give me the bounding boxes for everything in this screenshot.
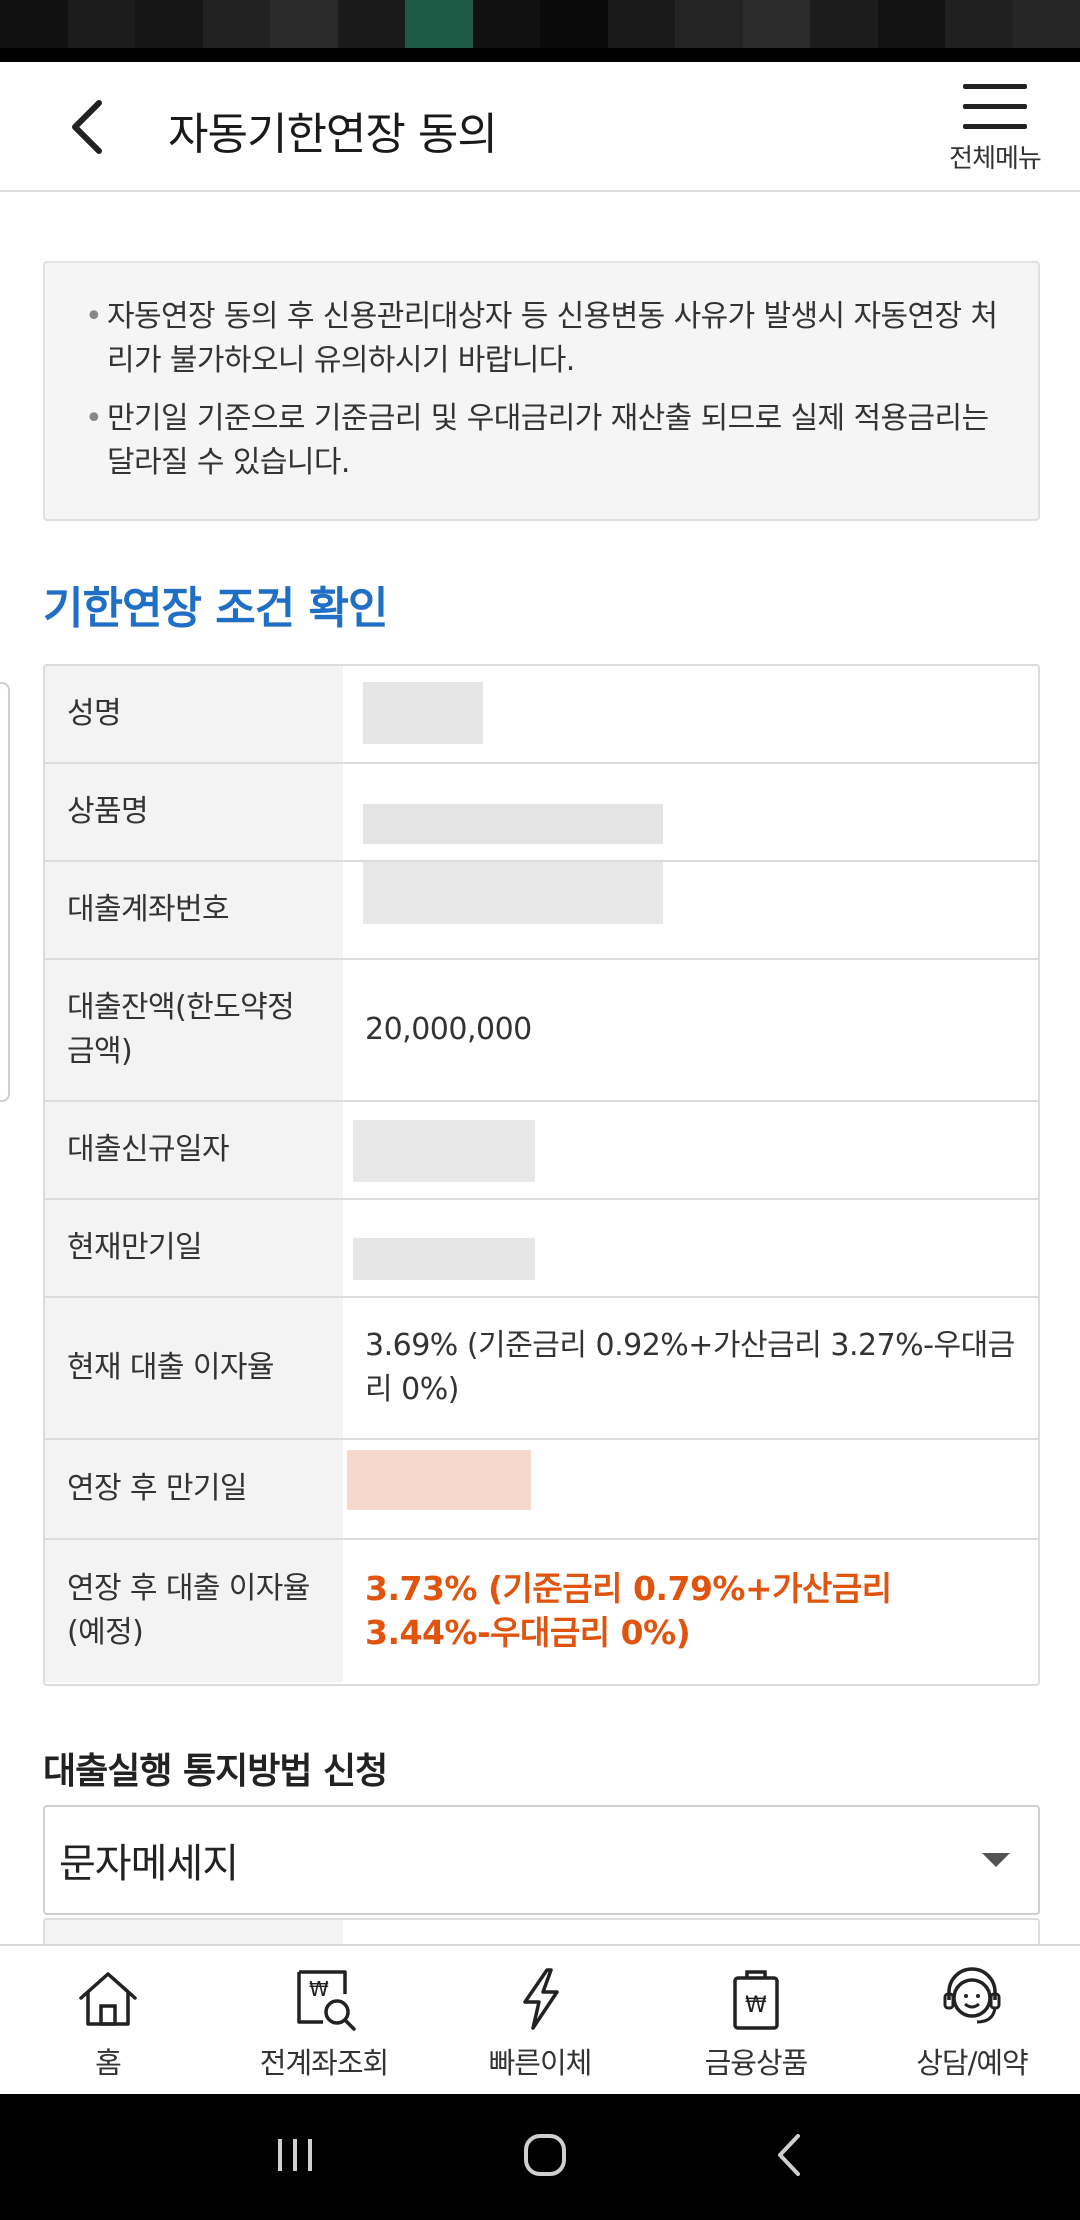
tab-label: 빠른이체 <box>488 2046 593 2080</box>
system-nav-bar <box>0 2094 1080 2220</box>
redacted-current-maturity <box>353 1238 535 1280</box>
notify-method-selected: 문자메세지 <box>59 1841 239 1887</box>
support-agent-icon <box>943 1967 1001 2024</box>
recent-apps-icon <box>278 2139 312 2171</box>
table-row: 현재만기일 <box>45 1200 1038 1298</box>
table-row: 현재 대출 이자율 3.69% (기준금리 0.92%+가산금리 3.27%-우… <box>45 1298 1038 1440</box>
tab-label: 전계좌조회 <box>259 2046 389 2080</box>
row-label-name: 성명 <box>45 666 343 762</box>
row-value-balance: 20,000,000 <box>365 1012 532 1047</box>
row-label-current-rate: 현재 대출 이자율 <box>45 1298 343 1438</box>
lightning-icon <box>523 1968 559 2030</box>
home-circle-icon <box>524 2134 566 2176</box>
app-header: 자동기한연장 동의 전체메뉴 <box>0 62 1080 192</box>
row-label-current-maturity: 현재만기일 <box>45 1200 343 1296</box>
redacted-name <box>363 682 483 744</box>
row-label-balance: 대출잔액(한도약정금액) <box>45 960 343 1100</box>
row-value-name <box>343 666 1038 762</box>
tab-quick-transfer[interactable]: 빠른이체 <box>432 1946 648 2094</box>
tab-label: 금융상품 <box>704 2046 809 2080</box>
table-row: 상품명 <box>45 764 1038 862</box>
account-search-icon: ₩ <box>297 1970 356 2031</box>
table-row: 연장 후 대출 이자율(예정) 3.73% (기준금리 0.79%+가산금리 3… <box>45 1540 1038 1682</box>
table-row: 연장 후 만기일 <box>45 1440 1038 1540</box>
redacted-start-date <box>353 1120 535 1182</box>
hamburger-icon <box>963 84 1027 129</box>
section-title: 기한연장 조건 확인 <box>43 583 388 634</box>
notify-method-select[interactable]: 문자메세지 <box>43 1805 1040 1915</box>
notify-method-title: 대출실행 통지방법 신청 <box>43 1751 388 1792</box>
row-label-new-maturity: 연장 후 만기일 <box>45 1440 343 1538</box>
financial-product-icon: ₩ <box>733 1970 779 2030</box>
redacted-new-maturity <box>347 1450 531 1510</box>
home-nav-button[interactable] <box>520 2130 570 2184</box>
extension-conditions-table: 성명 상품명 대출계좌번호 대출잔액(한도약정금액) 20,000,000 대출… <box>43 664 1040 1686</box>
dropdown-arrow-icon <box>982 1853 1010 1867</box>
back-arrow-icon <box>778 2134 800 2176</box>
tab-label: 홈 <box>95 2046 122 2080</box>
row-label-start-date: 대출신규일자 <box>45 1102 343 1198</box>
tab-financial-products[interactable]: ₩ 금융상품 <box>648 1946 864 2094</box>
full-menu-button[interactable]: 전체메뉴 <box>930 80 1060 190</box>
svg-text:₩: ₩ <box>309 1977 329 2001</box>
row-value-start-date <box>343 1102 1038 1198</box>
back-nav-button[interactable] <box>770 2130 810 2184</box>
side-drawer-handle[interactable] <box>0 682 10 1102</box>
home-icon <box>79 1972 137 2026</box>
chevron-left-icon <box>72 100 102 154</box>
table-row: 성명 <box>45 666 1038 764</box>
row-label-account: 대출계좌번호 <box>45 862 343 958</box>
status-bar <box>0 0 1080 62</box>
tab-label: 상담/예약 <box>916 2046 1028 2080</box>
redacted-product <box>363 804 663 844</box>
tab-consult-reservation[interactable]: 상담/예약 <box>864 1946 1080 2094</box>
row-value-account <box>343 862 1038 958</box>
notice-item: 자동연장 동의 후 신용관리대상자 등 신용변동 사유가 발생시 자동연장 처리… <box>85 295 998 383</box>
row-value-new-rate: 3.73% (기준금리 0.79%+가산금리 3.44%-우대금리 0%) <box>365 1569 892 1652</box>
table-row: 대출신규일자 <box>45 1102 1038 1200</box>
recent-apps-button[interactable] <box>270 2133 320 2181</box>
svg-text:₩: ₩ <box>745 1993 767 2018</box>
tab-all-accounts[interactable]: ₩ 전계좌조회 <box>216 1946 432 2094</box>
notice-item: 만기일 기준으로 기준금리 및 우대금리가 재산출 되므로 실제 적용금리는 달… <box>85 397 998 485</box>
row-value-current-maturity <box>343 1200 1038 1296</box>
tab-home[interactable]: 홈 <box>0 1946 216 2094</box>
table-row: 대출잔액(한도약정금액) 20,000,000 <box>45 960 1038 1102</box>
row-value-product <box>343 764 1038 860</box>
row-label-product: 상품명 <box>45 764 343 860</box>
notice-box: 자동연장 동의 후 신용관리대상자 등 신용변동 사유가 발생시 자동연장 처리… <box>43 261 1040 521</box>
bottom-tab-bar: 홈 ₩ 전계좌조회 빠른이체 ₩ 금융상품 상담/예약 <box>0 1944 1080 2094</box>
row-value-new-maturity <box>343 1440 1038 1538</box>
table-row: 대출계좌번호 <box>45 862 1038 960</box>
full-menu-label: 전체메뉴 <box>949 144 1042 174</box>
redacted-account <box>363 862 663 924</box>
row-value-current-rate: 3.69% (기준금리 0.92%+가산금리 3.27%-우대금리 0%) <box>365 1328 1015 1407</box>
page-title: 자동기한연장 동의 <box>168 109 498 160</box>
row-label-new-rate: 연장 후 대출 이자율(예정) <box>45 1540 343 1682</box>
back-button[interactable] <box>52 92 122 162</box>
